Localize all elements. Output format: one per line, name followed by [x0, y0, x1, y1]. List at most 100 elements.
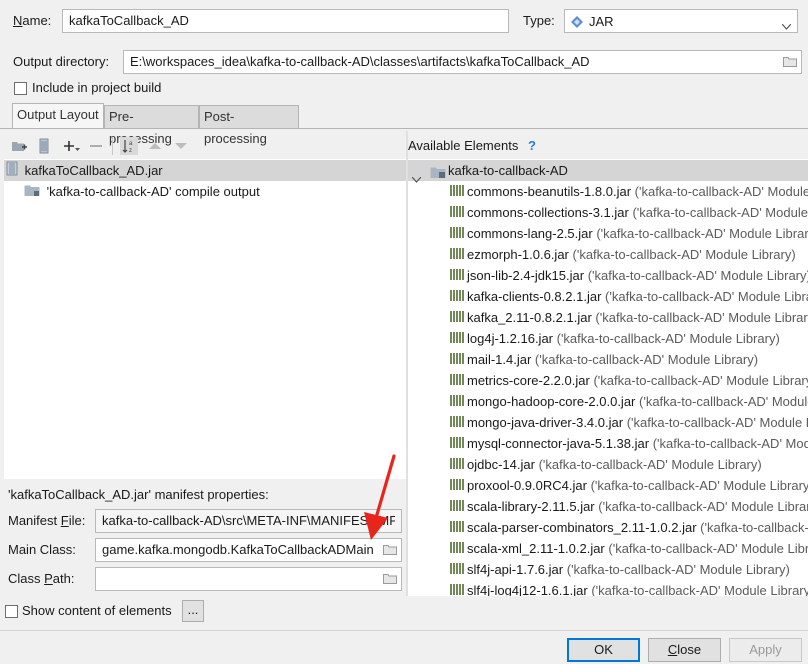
more-options-button[interactable]: ... [182, 600, 204, 622]
library-scope: ('kafka-to-callback-AD' Module Library) [572, 247, 796, 262]
library-item[interactable]: mongo-hadoop-core-2.0.0.jar ('kafka-to-c… [450, 391, 808, 412]
remove-icon[interactable] [87, 137, 105, 155]
apply-button[interactable]: Apply [729, 638, 802, 662]
library-name: mongo-java-driver-3.4.0.jar [467, 415, 624, 430]
library-item[interactable]: log4j-1.2.16.jar ('kafka-to-callback-AD'… [450, 328, 780, 349]
library-item[interactable]: json-lib-2.4-jdk15.jar ('kafka-to-callba… [450, 265, 808, 286]
include-build-checkbox[interactable] [14, 82, 27, 95]
library-item[interactable]: commons-beanutils-1.8.0.jar ('kafka-to-c… [450, 181, 808, 202]
library-scope: ('kafka-to-callback-AD' Module Library) [566, 562, 790, 577]
library-name: proxool-0.9.0RC4.jar [467, 478, 587, 493]
library-icon [450, 287, 464, 308]
svg-text:z: z [129, 148, 132, 153]
library-icon [450, 266, 464, 287]
library-item[interactable]: kafka-clients-0.8.2.1.jar ('kafka-to-cal… [450, 286, 808, 307]
class-path-field[interactable] [95, 567, 402, 591]
library-item[interactable]: metrics-core-2.2.0.jar ('kafka-to-callba… [450, 370, 808, 391]
library-scope: ('kafka-to-callback-AD' Module Library) [596, 226, 808, 241]
library-scope: ('kafka-to-callback-AD' Module Library) [556, 331, 780, 346]
library-name: commons-beanutils-1.8.0.jar [467, 184, 632, 199]
library-name: slf4j-api-1.7.6.jar [467, 562, 564, 577]
tree-child-row[interactable]: 'kafka-to-callback-AD' compile output [24, 181, 260, 202]
move-down-icon[interactable] [172, 137, 190, 155]
library-item[interactable]: commons-collections-3.1.jar ('kafka-to-c… [450, 202, 808, 223]
class-path-browse-icon[interactable] [383, 573, 397, 584]
tab-output-layout-label: Output Layout [17, 107, 99, 122]
ok-button[interactable]: OK [567, 638, 640, 662]
library-scope: ('kafka-to-callback-AD' Module Library) [591, 583, 808, 596]
library-name: ojdbc-14.jar [467, 457, 535, 472]
library-item[interactable]: ojdbc-14.jar ('kafka-to-callback-AD' Mod… [450, 454, 762, 475]
library-item[interactable]: scala-library-2.11.5.jar ('kafka-to-call… [450, 496, 808, 517]
library-name: scala-library-2.11.5.jar [467, 499, 595, 514]
library-name: ezmorph-1.0.6.jar [467, 247, 569, 262]
library-scope: ('kafka-to-callback-AD' Module Library) [595, 310, 808, 325]
library-item[interactable]: scala-parser-combinators_2.11-1.0.2.jar … [450, 517, 808, 538]
library-item[interactable]: slf4j-log4j12-1.6.1.jar ('kafka-to-callb… [450, 580, 808, 596]
output-dir-field[interactable]: E:\workspaces_idea\kafka-to-callback-AD\… [123, 50, 802, 74]
library-item[interactable]: mail-1.4.jar ('kafka-to-callback-AD' Mod… [450, 349, 758, 370]
library-name: kafka-clients-0.8.2.1.jar [467, 289, 602, 304]
available-title-text: Available Elements [408, 138, 519, 153]
manifest-file-field[interactable]: kafka-to-callback-AD\src\META-INF\MANIFE… [95, 509, 402, 533]
module-folder-icon [430, 164, 446, 185]
main-class-browse-icon[interactable] [383, 544, 397, 555]
available-elements-tree[interactable]: kafka-to-callback-AD commons-beanutils-1… [408, 159, 808, 596]
library-name: mysql-connector-java-5.1.38.jar [467, 436, 650, 451]
library-name: kafka_2.11-0.8.2.1.jar [467, 310, 592, 325]
tab-post-processing[interactable]: Post-processing [199, 105, 299, 146]
main-class-value: game.kafka.mongodb.KafkaToCallbackADMain [102, 542, 374, 557]
library-scope: ('kafka-to-callback-AD' Module Library) [608, 541, 808, 556]
library-name: scala-xml_2.11-1.0.2.jar [467, 541, 605, 556]
library-item[interactable]: commons-lang-2.5.jar ('kafka-to-callback… [450, 223, 808, 244]
tree-root-row[interactable]: kafkaToCallback_AD.jar [4, 160, 406, 181]
library-item[interactable]: kafka_2.11-0.8.2.1.jar ('kafka-to-callba… [450, 307, 808, 328]
library-name: mongo-hadoop-core-2.0.0.jar [467, 394, 636, 409]
available-root-row[interactable]: kafka-to-callback-AD [408, 160, 808, 183]
library-icon [450, 329, 464, 350]
add-jar-icon[interactable] [35, 137, 53, 155]
library-item[interactable]: proxool-0.9.0RC4.jar ('kafka-to-callback… [450, 475, 808, 496]
library-icon [450, 350, 464, 371]
output-layout-tree[interactable]: kafkaToCallback_AD.jar 'kafka-to-callbac… [4, 159, 406, 479]
type-select[interactable]: JAR [564, 9, 798, 33]
library-item[interactable]: ezmorph-1.0.6.jar ('kafka-to-callback-AD… [450, 244, 796, 265]
manifest-file-value: kafka-to-callback-AD\src\META-INF\MANIFE… [102, 513, 395, 528]
library-scope: ('kafka-to-callback-AD' Module Library) [538, 457, 762, 472]
add-folder-icon[interactable] [10, 137, 28, 155]
library-icon [450, 413, 464, 434]
library-icon [450, 560, 464, 581]
library-scope: ('kafka-to-callback-AD' Module Library) [634, 184, 808, 199]
library-icon [450, 182, 464, 203]
library-item[interactable]: slf4j-api-1.7.6.jar ('kafka-to-callback-… [450, 559, 790, 580]
main-class-field[interactable]: game.kafka.mongodb.KafkaToCallbackADMain [95, 538, 402, 562]
sort-az-icon[interactable]: az [120, 137, 138, 155]
library-scope: ('kafka-to-callback-AD' Module Library) [700, 520, 808, 535]
library-icon [450, 224, 464, 245]
jar-file-icon [6, 161, 18, 182]
help-icon[interactable]: ? [528, 138, 536, 153]
library-scope: ('kafka-to-callback-AD' Module Library) [639, 394, 808, 409]
move-up-icon[interactable] [146, 137, 164, 155]
class-path-label: Class Path: [8, 571, 75, 586]
library-item[interactable]: mysql-connector-java-5.1.38.jar ('kafka-… [450, 433, 808, 454]
library-scope: ('kafka-to-callback-AD' Module Library) [593, 373, 808, 388]
tab-pre-processing[interactable]: Pre-processing [104, 105, 199, 146]
show-content-checkbox[interactable] [5, 605, 18, 618]
tab-output-layout[interactable]: Output Layout [12, 103, 104, 129]
library-name: slf4j-log4j12-1.6.1.jar [467, 583, 588, 596]
name-field[interactable]: kafkaToCallback_AD [62, 9, 509, 33]
library-item[interactable]: mongo-java-driver-3.4.0.jar ('kafka-to-c… [450, 412, 808, 433]
add-icon[interactable] [62, 137, 80, 155]
library-icon [450, 371, 464, 392]
folder-browse-icon[interactable] [783, 56, 797, 67]
output-dir-value: E:\workspaces_idea\kafka-to-callback-AD\… [130, 54, 590, 69]
output-dir-label: Output directory: [13, 54, 110, 69]
diamond-icon [570, 15, 584, 32]
library-item[interactable]: scala-xml_2.11-1.0.2.jar ('kafka-to-call… [450, 538, 808, 559]
manifest-file-label: Manifest File: [8, 513, 86, 528]
toolbar-separator [112, 137, 113, 155]
close-button[interactable]: Close [648, 638, 721, 662]
folder-icon [24, 182, 40, 203]
library-icon [450, 539, 464, 560]
